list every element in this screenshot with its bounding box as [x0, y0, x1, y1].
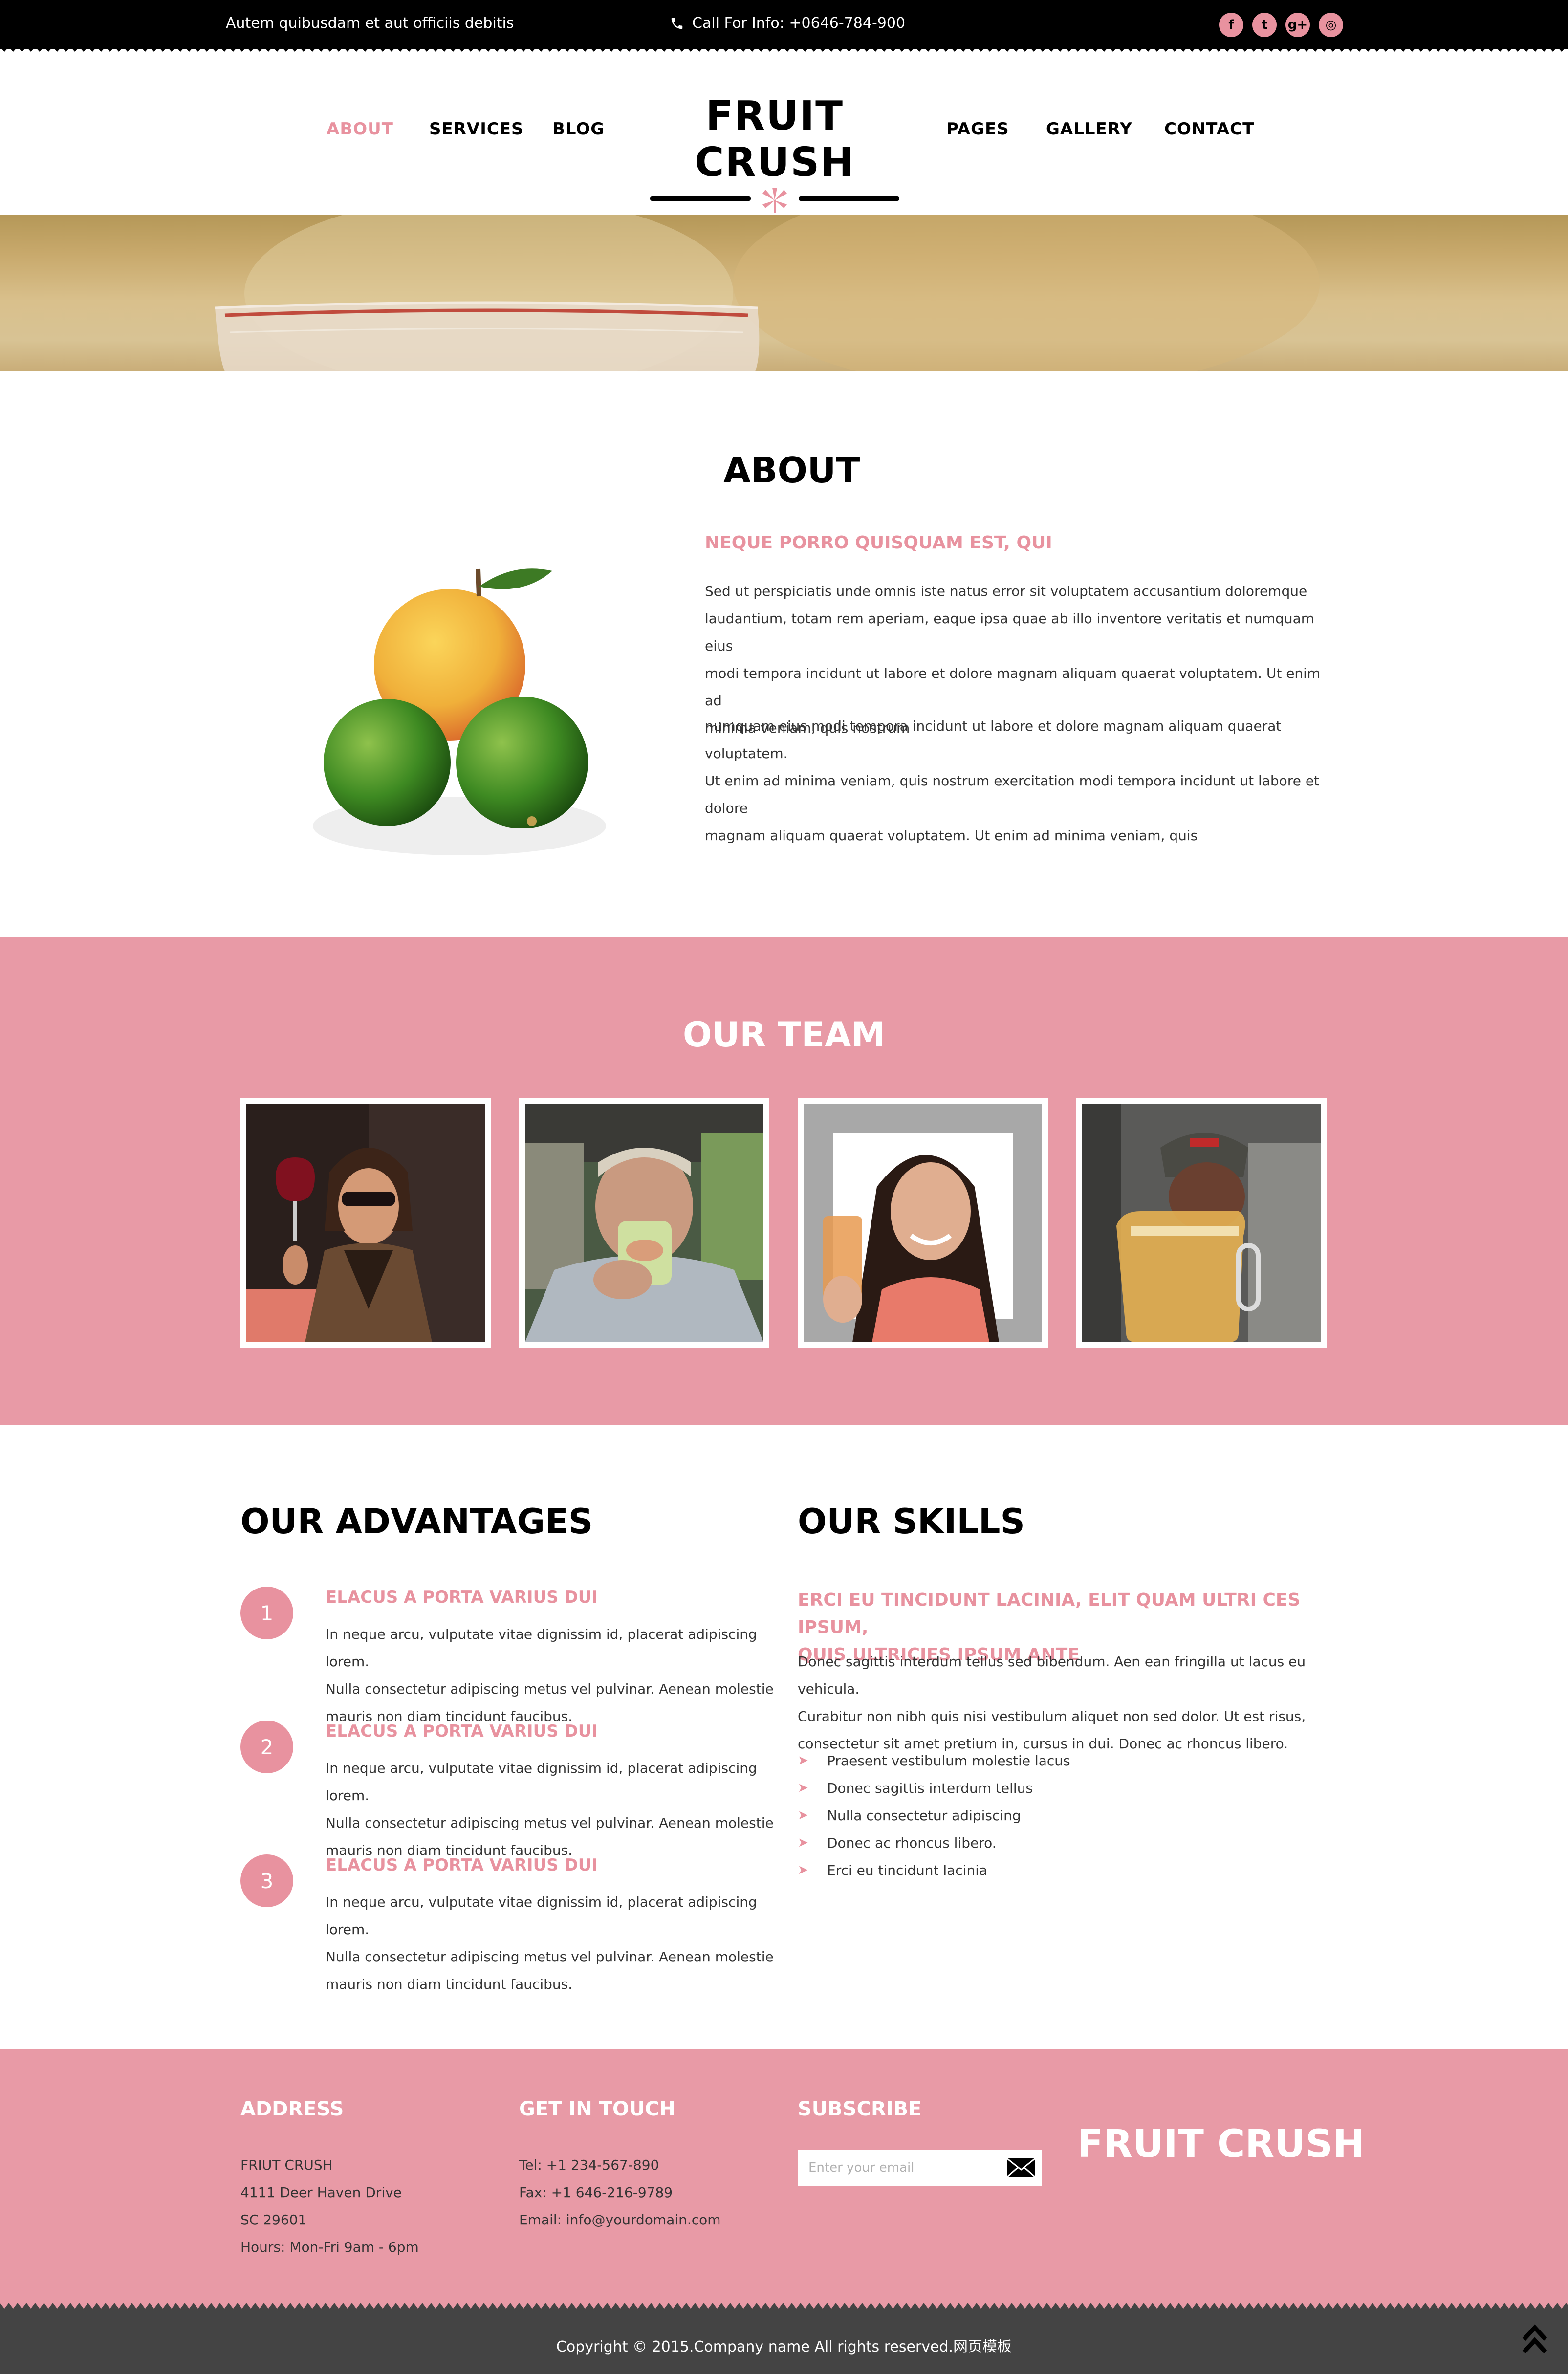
address-details: FRIUT CRUSH 4111 Deer Haven Drive SC 296…: [240, 2157, 419, 2255]
advantage-text: In neque arcu, vulputate vitae dignissim…: [326, 1626, 774, 1724]
twitter-icon[interactable]: t: [1252, 13, 1277, 37]
nav-services[interactable]: SERVICES: [429, 119, 524, 139]
hero-banner: [0, 215, 1568, 371]
advantage-title: ELACUS A PORTA VARIUS DUI: [326, 1588, 598, 1607]
about-title: ABOUT: [723, 450, 860, 491]
nav-pages[interactable]: PAGES: [946, 119, 1009, 139]
top-tagline: Autem quibusdam et aut officiis debitis: [226, 15, 514, 32]
nav-gallery[interactable]: GALLERY: [1046, 119, 1132, 139]
fruit-image: [313, 568, 606, 855]
phone-text: Call For Info: +0646-784-900: [692, 15, 906, 32]
logo-text: FRUIT CRUSH: [695, 93, 855, 186]
dribbble-icon[interactable]: ◎: [1319, 13, 1343, 37]
site-logo[interactable]: FRUIT CRUSH: [650, 93, 899, 215]
skills-list: ➤ Praesent vestibulum molestie lacus ➤ Don…: [798, 1747, 1070, 1884]
advantage-text: In neque arcu, vulputate vitae dignissim…: [326, 1894, 774, 1992]
site-footer: ADDRESS FRIUT CRUSH 4111 Deer Haven Driv…: [0, 2049, 1568, 2303]
advantage-text: In neque arcu, vulputate vitae dignissim…: [326, 1760, 774, 1858]
team-member-card[interactable]: [240, 1098, 491, 1348]
subscribe-email-input[interactable]: [798, 2150, 1000, 2186]
list-item: ➤ Praesent vestibulum molestie lacus: [798, 1752, 1070, 1769]
skills-paragraph: Donec sagittis interdum tellus sed biben…: [798, 1654, 1306, 1752]
team-member-card[interactable]: [519, 1098, 769, 1348]
advantages-title: OUR ADVANTAGES: [240, 1502, 593, 1542]
contact-details: Tel: +1 234-567-890 Fax: +1 646-216-9789…: [519, 2157, 721, 2228]
top-bar: Autem quibusdam et aut officiis debitis …: [0, 0, 1568, 54]
list-item: ➤ Donec sagittis interdum tellus: [798, 1780, 1033, 1796]
phone-icon: [671, 18, 683, 29]
google-plus-icon[interactable]: g+: [1285, 13, 1310, 37]
zigzag-divider: [0, 47, 1568, 54]
zigzag-divider: [0, 2303, 1568, 2310]
team-member-photo: [804, 1104, 1042, 1342]
list-item: ➤ Erci eu tincidunt lacinia: [798, 1862, 988, 1878]
advantage-number-3: 3: [240, 1854, 293, 1907]
skills-title: OUR SKILLS: [798, 1502, 1025, 1542]
arrow-icon: ➤: [798, 1808, 808, 1823]
list-item: ➤ Donec ac rhoncus libero.: [798, 1834, 997, 1851]
list-item: ➤ Nulla consectetur adipiscing: [798, 1807, 1021, 1824]
team-title: OUR TEAM: [682, 1015, 886, 1055]
subscribe-title: SUBSCRIBE: [798, 2098, 922, 2120]
footer-logo[interactable]: FRUIT CRUSH: [1077, 2122, 1365, 2166]
team-member-photo: [1082, 1104, 1321, 1342]
team-member-photo: [525, 1104, 763, 1342]
address-title: ADDRESS: [240, 2098, 344, 2120]
contact-title: GET IN TOUCH: [519, 2098, 676, 2120]
nav-contact[interactable]: CONTACT: [1164, 119, 1254, 139]
bottom-bar: Copyright © 2015.Company name All rights…: [0, 2303, 1568, 2374]
arrow-icon: ➤: [798, 1753, 808, 1768]
team-member-card[interactable]: [1076, 1098, 1327, 1348]
logo-ornament: [650, 186, 899, 215]
hero-glass-image: [215, 215, 1320, 371]
team-member-card[interactable]: [798, 1098, 1048, 1348]
advantage-number-2: 2: [240, 1721, 293, 1773]
facebook-icon[interactable]: f: [1219, 13, 1243, 37]
back-to-top-icon[interactable]: [1521, 2323, 1548, 2357]
about-paragraph-2: numquam eius modi tempora incidunt ut la…: [705, 718, 1320, 844]
advantage-title: ELACUS A PORTA VARIUS DUI: [326, 1721, 598, 1741]
nav-blog[interactable]: BLOG: [552, 119, 605, 139]
arrow-icon: ➤: [798, 1863, 808, 1877]
arrow-icon: ➤: [798, 1781, 808, 1795]
leaf-icon: [762, 188, 787, 213]
subscribe-button[interactable]: [1000, 2150, 1042, 2186]
nav-about[interactable]: ABOUT: [327, 119, 393, 139]
advantage-number-1: 1: [240, 1587, 293, 1639]
arrow-icon: ➤: [798, 1835, 808, 1850]
top-phone: Call For Info: +0646-784-900: [670, 15, 905, 32]
site-header: ABOUT SERVICES BLOG FRUIT CRUSH PAGES GA…: [0, 54, 1568, 215]
team-member-photo: [246, 1104, 485, 1342]
about-subtitle: NEQUE PORRO QUISQUAM EST, QUI: [705, 533, 1052, 553]
copyright-text: Copyright © 2015.Company name All rights…: [556, 2338, 1012, 2355]
envelope-icon: [1006, 2158, 1036, 2178]
social-links: f t g+ ◎: [1219, 13, 1343, 37]
advantage-title: ELACUS A PORTA VARIUS DUI: [326, 1855, 598, 1875]
team-section: OUR TEAM: [0, 937, 1568, 1425]
